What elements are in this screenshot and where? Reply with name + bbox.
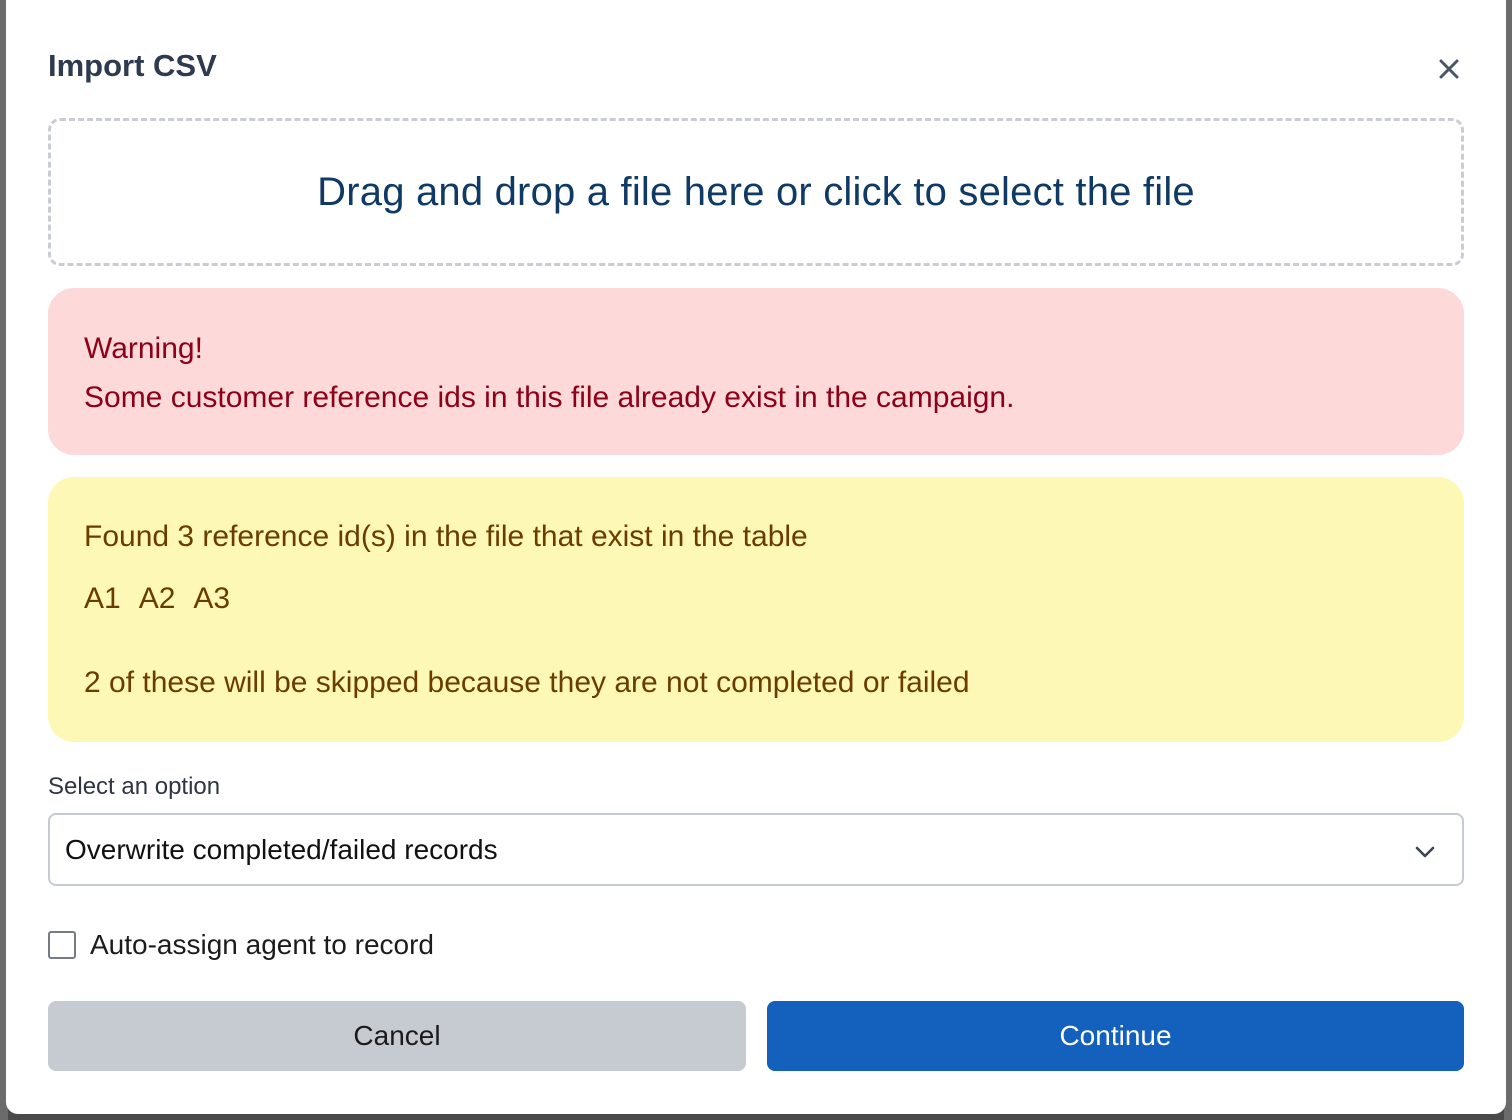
reference-id-list: A1 A2 A3 [84,577,230,621]
reference-id: A1 [84,582,121,615]
close-icon [1439,59,1459,79]
option-select-value: Overwrite completed/failed records [65,834,498,865]
reference-id: A3 [193,582,231,615]
warning-message: Some customer reference ids in this file… [84,381,1015,414]
chevron-down-icon [1415,846,1435,858]
auto-assign-label: Auto-assign agent to record [90,929,434,960]
select-option-label: Select an option [48,773,221,800]
warning-heading: Warning! [84,332,203,365]
auto-assign-checkbox[interactable] [48,931,76,959]
import-csv-modal: Import CSV Drag and drop a file here or … [6,0,1506,1114]
continue-button[interactable]: Continue [767,1001,1464,1071]
auto-assign-row[interactable]: Auto-assign agent to record [48,925,434,965]
dropzone-text: Drag and drop a file here or click to se… [317,169,1195,214]
reference-id: A2 [138,582,176,615]
skipped-ids-text: 2 of these will be skipped because they … [84,666,970,699]
file-dropzone[interactable]: Drag and drop a file here or click to se… [48,118,1464,266]
modal-title: Import CSV [48,48,217,83]
option-select[interactable]: Overwrite completed/failed records [48,813,1464,886]
cancel-button[interactable]: Cancel [48,1001,746,1071]
found-ids-text: Found 3 reference id(s) in the file that… [84,520,808,553]
existing-ids-alert: Found 3 reference id(s) in the file that… [48,477,1464,742]
close-button[interactable] [1432,52,1466,86]
warning-alert: Warning! Some customer reference ids in … [48,288,1464,455]
